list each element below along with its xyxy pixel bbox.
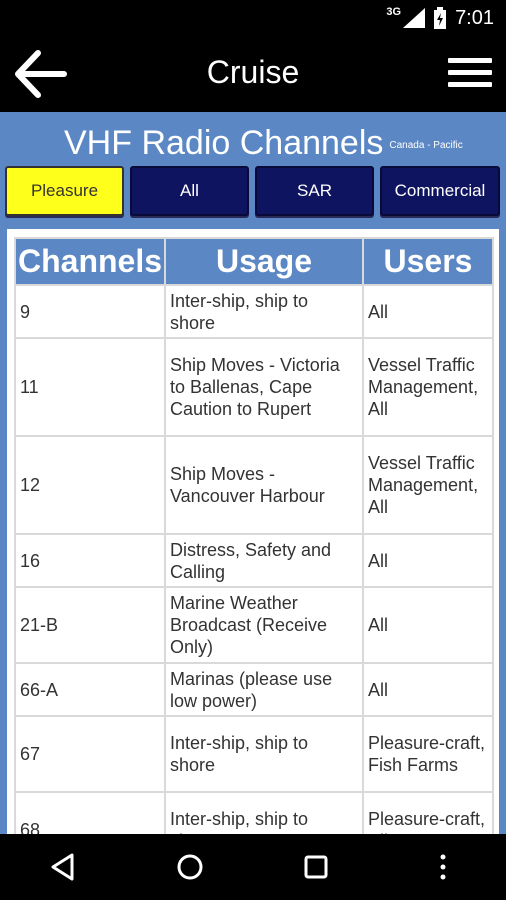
- table-row: 16 Distress, Safety and Calling All: [14, 533, 494, 588]
- column-header-users: Users: [362, 237, 494, 286]
- users-cell: Vessel Traffic Management, All: [362, 435, 494, 535]
- app-title: Cruise: [206, 54, 300, 90]
- app-bar: Cruise: [0, 36, 506, 112]
- recents-square-icon: [304, 855, 328, 879]
- usage-cell: Distress, Safety and Calling: [164, 533, 364, 588]
- battery-icon: [434, 7, 447, 29]
- clock: 7:01: [455, 6, 494, 29]
- nav-back-button[interactable]: [33, 837, 93, 897]
- overflow-menu-icon: [440, 854, 446, 880]
- usage-cell: Ship Moves - Victoria to Ballenas, Cape …: [164, 337, 364, 437]
- table-header-row: Channels Usage Users: [14, 237, 494, 286]
- column-header-usage: Usage: [164, 237, 364, 286]
- channels-table: Channels Usage Users 9 Inter-ship, ship …: [14, 237, 494, 834]
- system-nav-bar: [0, 834, 506, 900]
- main-content: VHF Radio Channels Canada - Pacific Pleas…: [0, 112, 506, 834]
- page-title: VHF Radio Channels Canada - Pacific: [64, 124, 463, 163]
- filter-sar-button[interactable]: SAR: [255, 166, 374, 216]
- page-title-text: VHF Radio Channels: [64, 124, 384, 162]
- channel-cell: 12: [14, 435, 166, 535]
- table-row: 67 Inter-ship, ship to shore Pleasure-cr…: [14, 715, 494, 793]
- users-cell: All: [362, 586, 494, 664]
- region-subtitle: Canada - Pacific: [389, 139, 463, 151]
- usage-cell: Inter-ship, ship to shore: [164, 715, 364, 793]
- menu-button[interactable]: [448, 58, 492, 92]
- signal-icon: [403, 8, 426, 28]
- usage-cell: Marine Weather Broadcast (Receive Only): [164, 586, 364, 664]
- table-row: 9 Inter-ship, ship to shore All: [14, 284, 494, 339]
- filter-tabs: Pleasure All SAR Commercial: [5, 166, 501, 218]
- column-header-channels: Channels: [14, 237, 166, 286]
- menu-icon-bar: [448, 58, 492, 63]
- usage-cell: Inter-ship, ship to shore: [164, 284, 364, 339]
- channels-table-container[interactable]: Channels Usage Users 9 Inter-ship, ship …: [7, 229, 499, 834]
- usage-cell: Inter-ship, ship to shore: [164, 791, 364, 834]
- channel-cell: 9: [14, 284, 166, 339]
- filter-pleasure-button[interactable]: Pleasure: [5, 166, 124, 216]
- nav-home-button[interactable]: [160, 837, 220, 897]
- home-circle-icon: [177, 854, 203, 880]
- channel-cell: 67: [14, 715, 166, 793]
- table-row: 21-B Marine Weather Broadcast (Receive O…: [14, 586, 494, 664]
- table-row: 66-A Marinas (please use low power) All: [14, 662, 494, 717]
- channel-cell: 16: [14, 533, 166, 588]
- menu-icon-bar: [448, 82, 492, 87]
- users-cell: All: [362, 533, 494, 588]
- network-type: 3G: [386, 6, 402, 18]
- channel-cell: 21-B: [14, 586, 166, 664]
- nav-overflow-button[interactable]: [413, 837, 473, 897]
- table-row: 11 Ship Moves - Victoria to Ballenas, Ca…: [14, 337, 494, 437]
- usage-cell: Ship Moves - Vancouver Harbour: [164, 435, 364, 535]
- users-cell: Pleasure-craft, Fish Farms: [362, 715, 494, 793]
- users-cell: Pleasure-craft, All: [362, 791, 494, 834]
- channel-cell: 11: [14, 337, 166, 437]
- channel-cell: 66-A: [14, 662, 166, 717]
- status-bar: 3G 7:01: [0, 0, 506, 36]
- table-row: 68 Inter-ship, ship to shore Pleasure-cr…: [14, 791, 494, 834]
- nav-recents-button[interactable]: [286, 837, 346, 897]
- usage-cell: Marinas (please use low power): [164, 662, 364, 717]
- filter-commercial-button[interactable]: Commercial: [380, 166, 500, 216]
- channel-cell: 68: [14, 791, 166, 834]
- back-triangle-icon: [51, 853, 74, 881]
- status-icons: 3G 7:01: [386, 6, 494, 30]
- users-cell: All: [362, 662, 494, 717]
- users-cell: Vessel Traffic Management, All: [362, 337, 494, 437]
- filter-all-button[interactable]: All: [130, 166, 249, 216]
- table-row: 12 Ship Moves - Vancouver Harbour Vessel…: [14, 435, 494, 535]
- users-cell: All: [362, 284, 494, 339]
- menu-icon-bar: [448, 70, 492, 75]
